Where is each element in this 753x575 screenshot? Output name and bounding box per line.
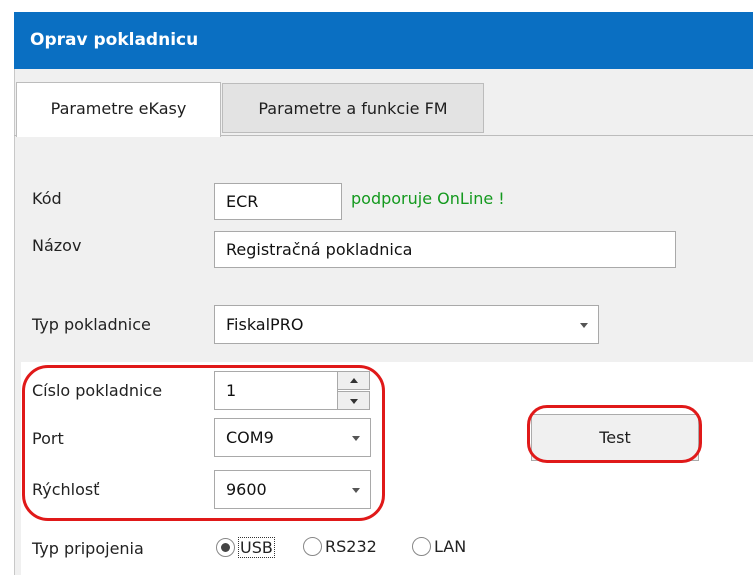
radio-usb-label: USB	[238, 537, 275, 558]
kod-value: ECR	[226, 192, 259, 211]
dialog-title: Oprav pokladnicu	[30, 30, 199, 50]
typ-pokladnice-label: Typ pokladnice	[32, 315, 151, 334]
kod-label: Kód	[32, 189, 62, 208]
typ-pokladnice-select[interactable]: FiskalPRO	[214, 305, 599, 344]
kod-input[interactable]: ECR	[214, 183, 342, 220]
nazov-value: Registračná pokladnica	[226, 240, 413, 259]
tab-parametre-funkcie-fm[interactable]: Parametre a funkcie FM	[222, 83, 484, 133]
dialog-title-bar: Oprav pokladnicu	[14, 12, 753, 69]
radio-lan-label: LAN	[434, 537, 467, 556]
highlight-oval-test	[527, 405, 702, 463]
typ-pripojenia-label: Typ pripojenia	[32, 539, 144, 558]
radio-rs232-label: RS232	[325, 537, 377, 556]
chevron-down-icon	[580, 322, 588, 328]
nazov-input[interactable]: Registračná pokladnica	[214, 231, 676, 268]
tab-parametre-ekasy[interactable]: Parametre eKasy	[16, 82, 221, 137]
nazov-label: Názov	[32, 236, 82, 255]
radio-lan[interactable]: LAN	[412, 537, 466, 556]
radio-rs232[interactable]: RS232	[303, 537, 377, 556]
highlight-oval-connection	[22, 365, 385, 521]
online-support-note: podporuje OnLine !	[351, 189, 505, 208]
radio-empty-icon	[412, 537, 431, 556]
radio-selected-icon	[216, 538, 235, 557]
typ-pokladnice-value: FiskalPRO	[226, 315, 304, 334]
radio-usb[interactable]: USB	[216, 537, 275, 558]
radio-empty-icon	[303, 537, 322, 556]
